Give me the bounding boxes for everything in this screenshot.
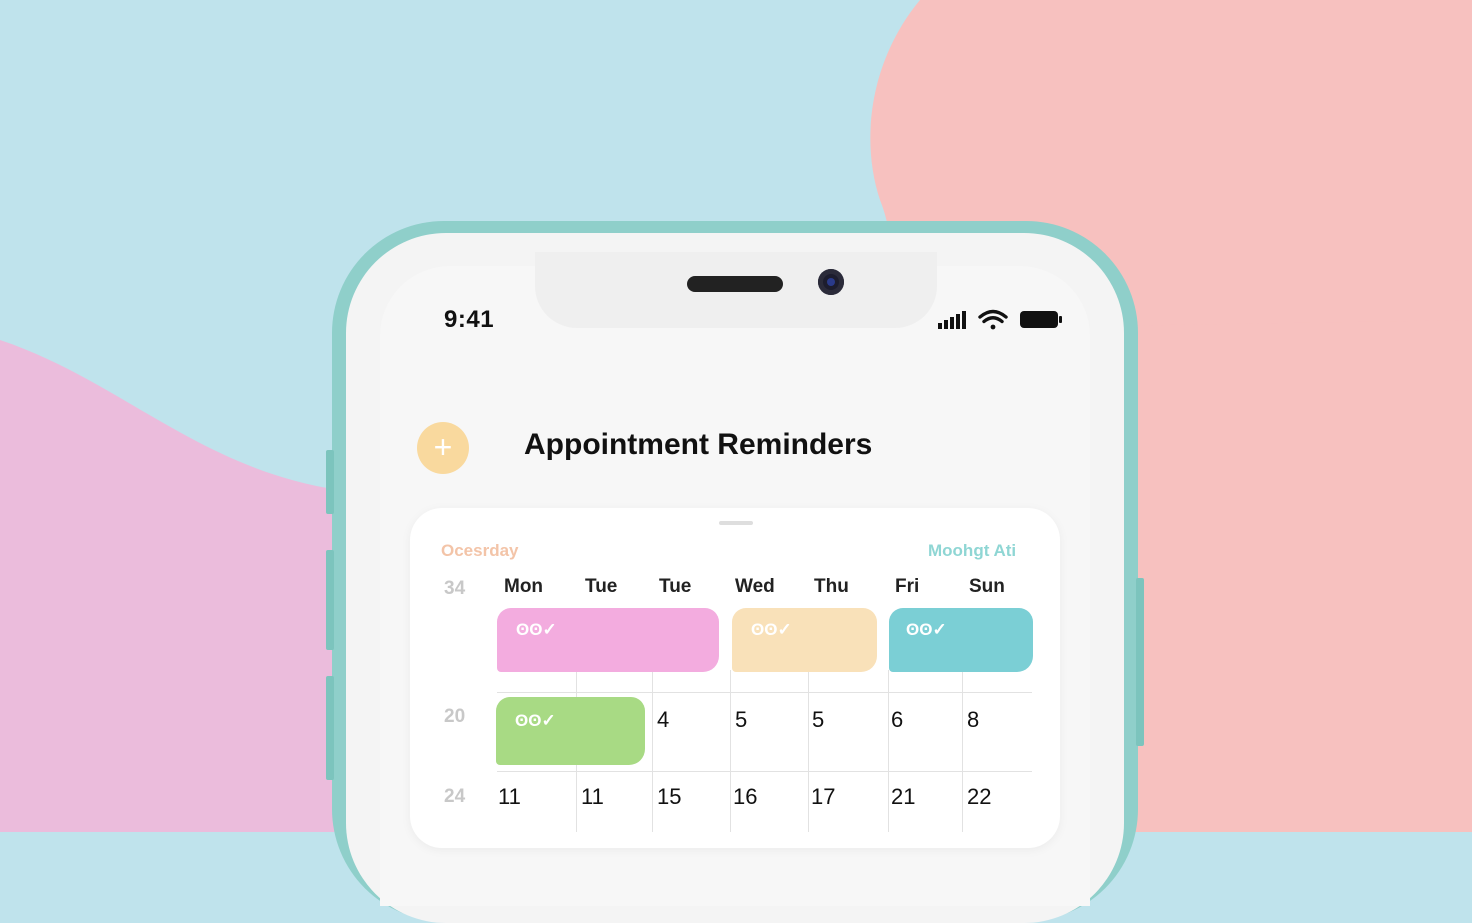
side-button <box>326 550 334 650</box>
appointment-event-peach[interactable] <box>732 608 877 672</box>
calendar-date[interactable]: 16 <box>733 784 757 810</box>
calendar-date[interactable]: 17 <box>811 784 835 810</box>
calendar-date[interactable]: 11 <box>498 784 521 810</box>
cellular-signal-icon <box>938 311 966 329</box>
add-appointment-button[interactable]: + <box>417 422 469 474</box>
status-icons <box>938 309 1062 330</box>
day-header: Tue <box>585 576 618 597</box>
calendar-date[interactable]: 11 <box>581 784 604 810</box>
apple-check-icon: ʘʘ✓ <box>906 620 947 639</box>
page-title: Appointment Reminders <box>524 428 873 461</box>
calendar-date[interactable]: 21 <box>891 784 915 810</box>
grid-line <box>888 670 889 832</box>
appointment-event-pink[interactable] <box>497 608 719 672</box>
grid-line <box>652 670 653 832</box>
day-header: Fri <box>895 576 920 597</box>
apple-check-icon: ʘʘ✓ <box>751 620 792 639</box>
day-header: Thu <box>814 576 849 597</box>
calendar-date[interactable]: 8 <box>967 707 979 733</box>
week-number: 20 <box>444 706 466 727</box>
grid-line <box>497 771 1032 772</box>
grid-line <box>808 670 809 832</box>
calendar-date[interactable]: 5 <box>812 707 824 733</box>
calendar-left-label: Ocesrday <box>441 541 519 560</box>
day-header: Mon <box>504 576 544 597</box>
week-number: 24 <box>444 786 466 807</box>
week-number: 34 <box>444 578 466 599</box>
grid-line <box>962 670 963 832</box>
side-button <box>326 676 334 780</box>
side-button <box>326 450 334 514</box>
calendar-date[interactable]: 15 <box>657 784 681 810</box>
status-time: 9:41 <box>444 306 495 333</box>
appointment-event-teal[interactable] <box>889 608 1033 672</box>
apple-check-icon: ʘʘ✓ <box>515 711 556 730</box>
calendar-date[interactable]: 5 <box>735 707 747 733</box>
grid-line <box>497 692 1032 693</box>
drag-handle[interactable] <box>719 521 753 525</box>
power-button <box>1136 578 1144 746</box>
apple-check-icon: ʘʘ✓ <box>516 620 557 639</box>
calendar-right-link[interactable]: Moohgt Ati <box>928 541 1016 561</box>
calendar-date[interactable]: 4 <box>657 707 669 733</box>
front-camera <box>818 269 844 295</box>
appointment-event-green[interactable] <box>496 697 645 765</box>
speaker <box>687 276 783 292</box>
wifi-icon <box>978 309 1008 330</box>
day-header: Sun <box>969 576 1005 597</box>
day-header: Tue <box>659 576 692 597</box>
battery-icon <box>1020 311 1062 328</box>
day-header: Wed <box>735 576 775 597</box>
grid-line <box>730 670 731 832</box>
calendar-date[interactable]: 6 <box>891 707 903 733</box>
calendar-date[interactable]: 22 <box>967 784 991 810</box>
